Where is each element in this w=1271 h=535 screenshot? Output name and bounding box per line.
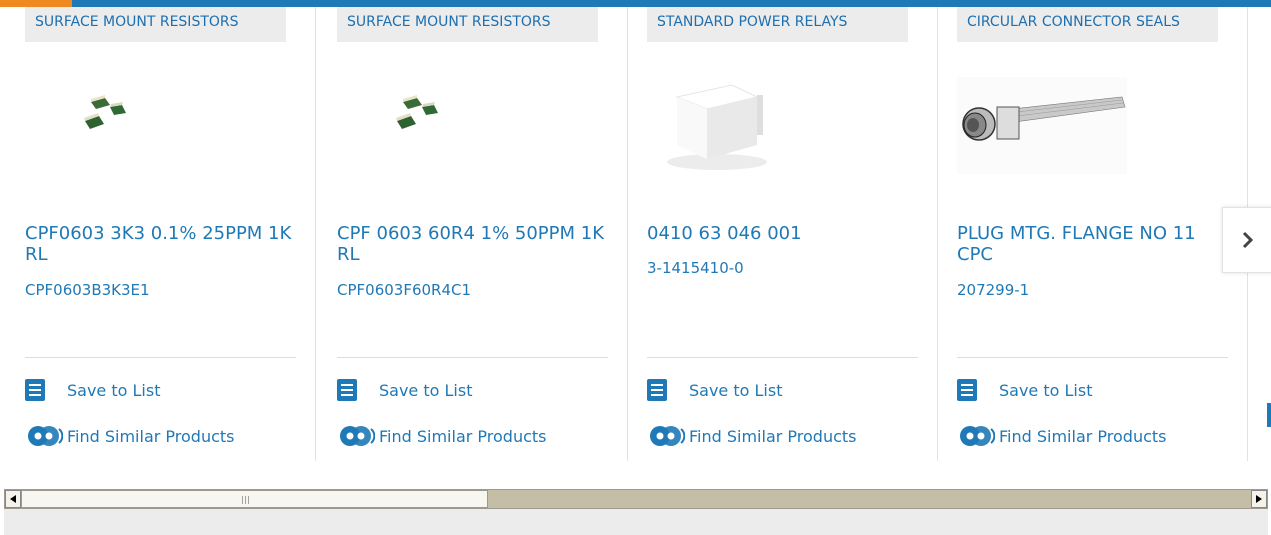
find-similar-label: Find Similar Products xyxy=(379,426,547,446)
product-card: SURFACE MOUNT RESISTORS CPF0603 3K3 0.1%… xyxy=(25,7,316,463)
bottom-panel xyxy=(4,509,1268,535)
find-similar-icon xyxy=(28,426,63,446)
grip-icon xyxy=(242,496,250,504)
product-image[interactable] xyxy=(957,67,1228,182)
save-to-list-label: Save to List xyxy=(67,380,161,400)
category-label[interactable]: SURFACE MOUNT RESISTORS xyxy=(25,7,286,42)
find-similar-icon xyxy=(340,426,375,446)
top-accent-bar xyxy=(0,0,1271,7)
find-similar-button[interactable]: Find Similar Products xyxy=(957,424,1167,448)
find-similar-label: Find Similar Products xyxy=(67,426,235,446)
category-label[interactable]: STANDARD POWER RELAYS xyxy=(647,7,908,42)
save-to-list-button[interactable]: Save to List xyxy=(337,378,472,402)
horizontal-scrollbar[interactable] xyxy=(4,489,1268,509)
product-carousel: SURFACE MOUNT RESISTORS CPF0603 3K3 0.1%… xyxy=(0,7,1271,463)
find-similar-button[interactable]: Find Similar Products xyxy=(337,424,547,448)
triangle-left-icon xyxy=(10,495,16,503)
checklist-icon xyxy=(647,379,667,401)
category-label[interactable]: CIRCULAR CONNECTOR SEALS xyxy=(957,7,1218,42)
separator xyxy=(957,357,1228,358)
product-image[interactable] xyxy=(25,67,296,182)
find-similar-label: Find Similar Products xyxy=(689,426,857,446)
category-label[interactable]: SURFACE MOUNT RESISTORS xyxy=(337,7,598,42)
save-to-list-button[interactable]: Save to List xyxy=(25,378,160,402)
card-divider xyxy=(627,7,628,461)
find-similar-label: Find Similar Products xyxy=(999,426,1167,446)
save-to-list-label: Save to List xyxy=(999,380,1093,400)
product-card: CIRCULAR CONNECTOR SEALS PLUG MTG. FLANG… xyxy=(957,7,1248,463)
separator xyxy=(25,357,296,358)
save-to-list-button[interactable]: Save to List xyxy=(957,378,1092,402)
scroll-right-arrow[interactable] xyxy=(1251,490,1267,508)
product-title-link[interactable]: CPF 0603 60R4 1% 50PPM 1K RL xyxy=(337,223,608,265)
scroll-left-arrow[interactable] xyxy=(5,490,21,508)
triangle-right-icon xyxy=(1256,495,1262,503)
checklist-icon xyxy=(25,379,45,401)
part-number-link[interactable]: 3-1415410-0 xyxy=(647,259,744,277)
scrollbar-thumb[interactable] xyxy=(21,490,488,508)
save-to-list-label: Save to List xyxy=(379,380,473,400)
card-divider xyxy=(937,7,938,461)
part-number-link[interactable]: CPF0603B3K3E1 xyxy=(25,281,150,299)
orange-accent xyxy=(0,0,72,7)
find-similar-icon xyxy=(650,426,685,446)
separator xyxy=(647,357,918,358)
product-title-link[interactable]: 0410 63 046 001 xyxy=(647,223,918,244)
checklist-icon xyxy=(957,379,977,401)
find-similar-button[interactable]: Find Similar Products xyxy=(647,424,857,448)
carousel-next-button[interactable] xyxy=(1222,207,1271,273)
find-similar-icon xyxy=(960,426,995,446)
product-image[interactable] xyxy=(647,67,918,182)
product-card: STANDARD POWER RELAYS 0410 63 046 001 3-… xyxy=(647,7,938,463)
product-title-link[interactable]: PLUG MTG. FLANGE NO 11 CPC xyxy=(957,223,1228,265)
scrollbar-track[interactable] xyxy=(488,490,1251,508)
save-to-list-label: Save to List xyxy=(689,380,783,400)
product-image[interactable] xyxy=(337,67,608,182)
save-to-list-button[interactable]: Save to List xyxy=(647,378,782,402)
checklist-icon xyxy=(337,379,357,401)
separator xyxy=(337,357,608,358)
product-card: SURFACE MOUNT RESISTORS CPF 0603 60R4 1%… xyxy=(337,7,628,463)
chevron-right-icon xyxy=(1242,231,1254,249)
find-similar-button[interactable]: Find Similar Products xyxy=(25,424,235,448)
card-divider xyxy=(315,7,316,461)
part-number-link[interactable]: 207299-1 xyxy=(957,281,1029,299)
product-title-link[interactable]: CPF0603 3K3 0.1% 25PPM 1K RL xyxy=(25,223,296,265)
part-number-link[interactable]: CPF0603F60R4C1 xyxy=(337,281,471,299)
